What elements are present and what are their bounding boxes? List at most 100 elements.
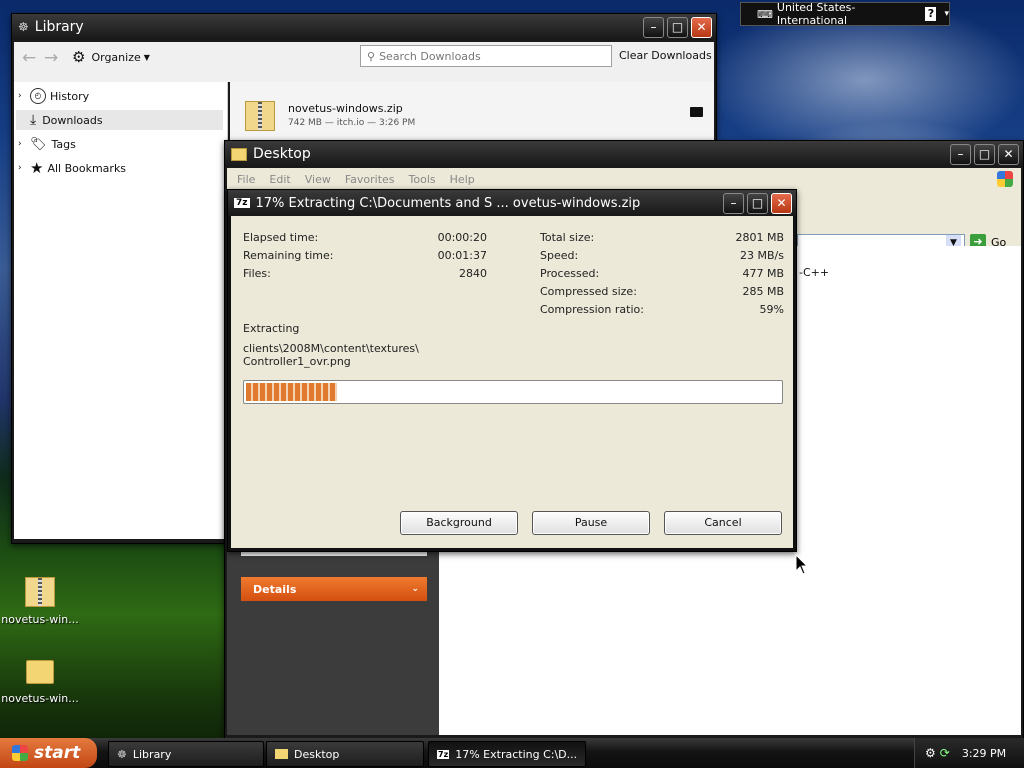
menu-edit[interactable]: Edit [269,173,290,186]
minimize-button[interactable]: – [950,144,971,165]
taskbar-item-library[interactable]: ☸ Library [108,741,264,767]
extracting-label: Extracting [243,322,300,335]
windows-logo-icon [12,745,28,761]
expand-arrow-icon[interactable]: › [18,139,30,149]
sync-icon[interactable]: ⟳ [940,746,950,760]
7zip-app-icon: 7z [437,749,450,759]
sidebar-item-all-bookmarks[interactable]: › ★ All Bookmarks [18,158,126,178]
clock[interactable]: 3:29 PM [962,747,1006,760]
menu-help[interactable]: Help [450,173,475,186]
download-item[interactable]: novetus-windows.zip 742 MB — itch.io — 3… [230,82,714,144]
speed-label: Speed: [540,249,579,262]
minimize-button[interactable]: – [643,17,664,38]
chevron-down-icon: ▼ [143,52,150,62]
chevron-down-icon[interactable]: ⌄ [411,584,419,594]
files-label: Files: [243,267,271,280]
library-app-icon: ☸ [18,20,29,34]
details-panel-header[interactable]: Details ⌄ [241,577,427,601]
back-arrow-icon[interactable]: ← [22,48,36,68]
processed-value: 477 MB [742,267,784,280]
extract-dialog[interactable]: 7z 17% Extracting C:\Documents and S ...… [227,189,797,552]
search-input[interactable]: ⚲ Search Downloads [360,45,612,67]
clear-downloads-button[interactable]: Clear Downloads [619,49,712,62]
start-button[interactable]: start [0,738,97,768]
sidebar-item-downloads[interactable]: ⤓ Downloads [16,110,223,130]
download-icon: ⤓ [30,112,37,128]
system-tray: ⚙ ⟳ 3:29 PM [914,738,1024,768]
extract-titlebar[interactable]: 7z 17% Extracting C:\Documents and S ...… [228,190,796,216]
explorer-title: Desktop [253,146,311,162]
zip-folder-icon [25,577,55,607]
gear-icon: ⚙ [72,48,86,66]
close-button[interactable]: ✕ [771,193,792,214]
details-label: Details [253,582,297,596]
sidebar-item-label: Downloads [42,113,103,127]
progress-bar [243,380,783,404]
minimize-button[interactable]: – [723,193,744,214]
help-icon[interactable]: ? [925,7,937,21]
folder-icon [26,660,54,684]
taskbar-item-extract[interactable]: 7z 17% Extracting C:\D... [428,741,586,767]
cancel-button[interactable]: Cancel [664,511,782,535]
menu-view[interactable]: View [305,173,331,186]
desktop-icon-zip[interactable]: novetus-win... [0,577,80,626]
taskbar-item-label: Library [132,747,172,761]
compression-ratio-value: 59% [759,303,784,316]
download-filename: novetus-windows.zip [288,102,403,115]
menu-tools[interactable]: Tools [409,173,436,186]
menu-file[interactable]: File [237,173,255,186]
download-meta: 742 MB — itch.io — 3:26 PM [288,118,416,128]
forward-arrow-icon[interactable]: → [44,48,58,68]
current-path: clients\2008M\content\textures\ [243,342,419,355]
maximize-button[interactable]: □ [747,193,768,214]
sidebar-item-label: Tags [51,137,76,151]
organize-menu[interactable]: ⚙ Organize ▼ [72,48,150,66]
expand-arrow-icon[interactable]: › [18,91,30,101]
language-bar[interactable]: ⌨ United States-International ? ▾ [740,1,950,27]
sidebar-item-label: All Bookmarks [47,161,127,175]
desktop-icon-folder[interactable]: novetus-win... [0,660,80,705]
language-options-icon[interactable]: ▾ [944,9,949,19]
close-button[interactable]: ✕ [998,144,1019,165]
elapsed-time-label: Elapsed time: [243,231,319,244]
explorer-titlebar[interactable]: Desktop – □ ✕ [225,141,1023,167]
pause-button[interactable]: Pause [532,511,650,535]
taskbar-item-desktop[interactable]: Desktop [266,741,424,767]
desktop-background: ⌨ United States-International ? ▾ novetu… [0,0,1024,768]
clock-icon: ◴ [30,88,46,104]
compressed-size-value: 285 MB [742,285,784,298]
speed-value: 23 MB/s [740,249,784,262]
total-size-label: Total size: [540,231,595,244]
mouse-cursor [795,554,809,575]
background-button[interactable]: Background [400,511,518,535]
total-size-value: 2801 MB [735,231,784,244]
extract-title: 17% Extracting C:\Documents and S ... ov… [255,195,641,211]
processed-label: Processed: [540,267,600,280]
desktop-icon-label: novetus-win... [1,613,79,626]
sidebar-item-tags[interactable]: › 🏷 Tags [18,134,76,154]
library-title: Library [34,19,84,35]
library-titlebar[interactable]: ☸ Library – □ ✕ [12,14,716,40]
open-folder-icon[interactable] [690,107,703,117]
partial-file-label: -C++ [799,266,830,279]
folder-icon [231,147,247,161]
expand-arrow-icon[interactable]: › [18,163,30,173]
search-placeholder: Search Downloads [379,49,481,63]
maximize-button[interactable]: □ [667,17,688,38]
close-button[interactable]: ✕ [691,17,712,38]
zip-file-icon [245,101,275,131]
compressed-size-label: Compressed size: [540,285,637,298]
organize-label: Organize [91,50,141,64]
keyboard-icon: ⌨ [757,7,773,21]
compression-ratio-label: Compression ratio: [540,303,644,316]
elapsed-time-value: 00:00:20 [437,231,487,244]
maximize-button[interactable]: □ [974,144,995,165]
remaining-time-label: Remaining time: [243,249,334,262]
search-icon: ⚲ [367,49,376,63]
menu-favorites[interactable]: Favorites [345,173,395,186]
tag-icon: 🏷 [30,136,47,152]
sidebar-item-history[interactable]: › ◴ History [18,86,89,106]
library-sidebar: › ◴ History ⤓ Downloads › 🏷 Tags › ★ All… [14,82,228,539]
taskbar-item-label: 17% Extracting C:\D... [455,747,578,761]
network-icon[interactable]: ⚙ [925,746,936,760]
